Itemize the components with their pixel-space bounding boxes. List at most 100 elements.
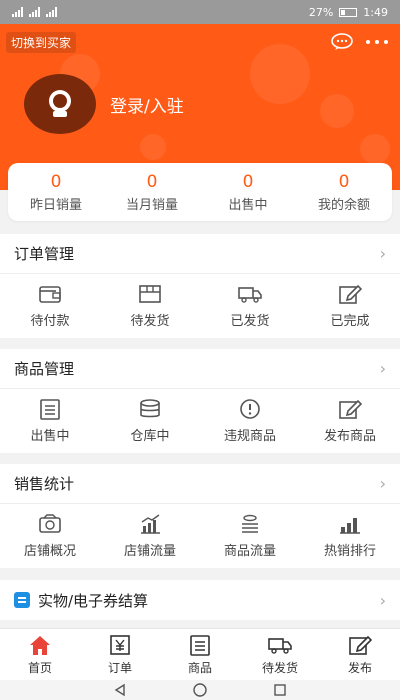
cell-label: 已完成 xyxy=(330,314,370,329)
bars-icon xyxy=(340,518,360,534)
signal-icon xyxy=(46,7,57,17)
tab-label: 商品 xyxy=(187,660,212,675)
truck-icon xyxy=(238,287,262,303)
signal-indicators xyxy=(12,7,57,17)
tab-orders[interactable]: 订单 xyxy=(80,629,160,680)
chevron-right-icon: › xyxy=(379,359,386,378)
battery-percent: 27% xyxy=(308,5,334,19)
edit-icon xyxy=(349,635,372,655)
stat-value: 0 xyxy=(338,171,350,192)
yen-icon xyxy=(110,634,130,655)
document-icon xyxy=(14,592,30,608)
tab-label: 待发货 xyxy=(261,660,298,675)
order-pending-payment[interactable]: 待付款 xyxy=(0,274,100,338)
order-management-section: 订单管理 › 待付款 待发货 已发货 已完成 xyxy=(0,234,400,338)
product-management-header[interactable]: 商品管理 › xyxy=(0,349,400,389)
product-violations[interactable]: 违规商品 xyxy=(200,389,300,453)
list-icon xyxy=(40,399,60,420)
cell-label: 待付款 xyxy=(30,314,70,329)
cell-label: 店铺概况 xyxy=(23,544,76,559)
store-avatar-icon xyxy=(49,90,71,117)
stat-value: 0 xyxy=(146,171,158,192)
more-icon[interactable] xyxy=(366,40,388,44)
clock: 1:49 xyxy=(363,5,388,19)
edit-icon xyxy=(339,399,362,419)
stat-yesterday-sales[interactable]: 0 昨日销量 xyxy=(8,163,104,221)
signal-icon xyxy=(12,7,23,17)
box-icon xyxy=(139,285,161,303)
edit-icon xyxy=(339,284,362,304)
sales-statistics-section: 销售统计 › 店铺概况 店铺流量 商品流量 热销排行 xyxy=(0,464,400,568)
alert-icon xyxy=(240,399,260,419)
signal-icon xyxy=(29,7,40,17)
product-on-sale[interactable]: 出售中 xyxy=(0,389,100,453)
stat-balance[interactable]: 0 我的余额 xyxy=(296,163,392,221)
cell-label: 商品流量 xyxy=(223,544,276,559)
product-traffic[interactable]: 商品流量 xyxy=(200,504,300,568)
tab-home[interactable]: 首页 xyxy=(0,629,80,680)
chevron-right-icon: › xyxy=(379,474,386,493)
stat-on-sale[interactable]: 0 出售中 xyxy=(200,163,296,221)
database-icon xyxy=(140,399,160,418)
product-in-warehouse[interactable]: 仓库中 xyxy=(100,389,200,453)
chevron-right-icon: › xyxy=(379,244,386,263)
stat-value: 0 xyxy=(242,171,254,192)
switch-to-buyer-button[interactable]: 切换到买家 xyxy=(6,32,77,53)
tab-products[interactable]: 商品 xyxy=(160,629,240,680)
recents-icon[interactable] xyxy=(273,683,287,697)
stats-card: 0 昨日销量 0 当月销量 0 出售中 0 我的余额 xyxy=(8,163,392,221)
system-nav-bar xyxy=(0,680,400,700)
cell-label: 仓库中 xyxy=(130,429,170,444)
stat-label: 昨日销量 xyxy=(29,197,82,213)
home-icon xyxy=(30,635,50,655)
chart-icon xyxy=(141,514,160,534)
section-title: 销售统计 xyxy=(14,475,75,493)
battery-icon xyxy=(339,7,358,17)
bottom-tab-bar: 首页 订单 商品 待发货 发布 xyxy=(0,628,400,680)
order-pending-shipment[interactable]: 待发货 xyxy=(100,274,200,338)
money-icon xyxy=(39,514,61,533)
section-title: 商品管理 xyxy=(14,360,75,378)
settlement-row[interactable]: 实物/电子券结算 › xyxy=(0,580,400,620)
cell-label: 热销排行 xyxy=(323,544,376,559)
cell-label: 出售中 xyxy=(30,429,70,444)
product-management-section: 商品管理 › 出售中 仓库中 违规商品 发布商品 xyxy=(0,349,400,453)
stat-value: 0 xyxy=(50,171,62,192)
status-bar: 27% 1:49 xyxy=(0,0,400,24)
cell-label: 违规商品 xyxy=(223,429,276,444)
stat-month-sales[interactable]: 0 当月销量 xyxy=(104,163,200,221)
tab-label: 首页 xyxy=(27,660,52,675)
tab-pending-shipment[interactable]: 待发货 xyxy=(240,629,320,680)
decor-circle xyxy=(250,44,310,104)
store-traffic[interactable]: 店铺流量 xyxy=(100,504,200,568)
decor-circle xyxy=(320,94,354,128)
order-shipped[interactable]: 已发货 xyxy=(200,274,300,338)
chevron-right-icon: › xyxy=(379,590,386,610)
chat-icon[interactable] xyxy=(331,33,353,51)
truck-icon xyxy=(268,637,292,654)
avatar[interactable] xyxy=(24,74,96,134)
order-management-header[interactable]: 订单管理 › xyxy=(0,234,400,274)
store-overview[interactable]: 店铺概况 xyxy=(0,504,100,568)
decor-circle xyxy=(360,134,390,164)
tab-label: 订单 xyxy=(107,660,132,675)
tab-publish[interactable]: 发布 xyxy=(320,629,400,680)
decor-circle xyxy=(140,134,166,160)
list-icon xyxy=(190,634,210,656)
stat-label: 当月销量 xyxy=(125,197,178,213)
stat-label: 出售中 xyxy=(228,197,268,213)
wallet-icon xyxy=(39,286,61,303)
order-completed[interactable]: 已完成 xyxy=(300,274,400,338)
product-publish[interactable]: 发布商品 xyxy=(300,389,400,453)
cell-label: 店铺流量 xyxy=(123,544,176,559)
login-link[interactable]: 登录/入驻 xyxy=(110,92,184,117)
home-circle-icon[interactable] xyxy=(192,682,208,698)
cell-label: 待发货 xyxy=(130,314,170,329)
bestseller-ranking[interactable]: 热销排行 xyxy=(300,504,400,568)
cell-label: 已发货 xyxy=(230,314,270,329)
section-title: 订单管理 xyxy=(14,245,75,263)
back-icon[interactable] xyxy=(113,683,127,697)
sales-statistics-header[interactable]: 销售统计 › xyxy=(0,464,400,504)
tab-label: 发布 xyxy=(347,660,372,675)
cell-label: 发布商品 xyxy=(323,429,376,444)
